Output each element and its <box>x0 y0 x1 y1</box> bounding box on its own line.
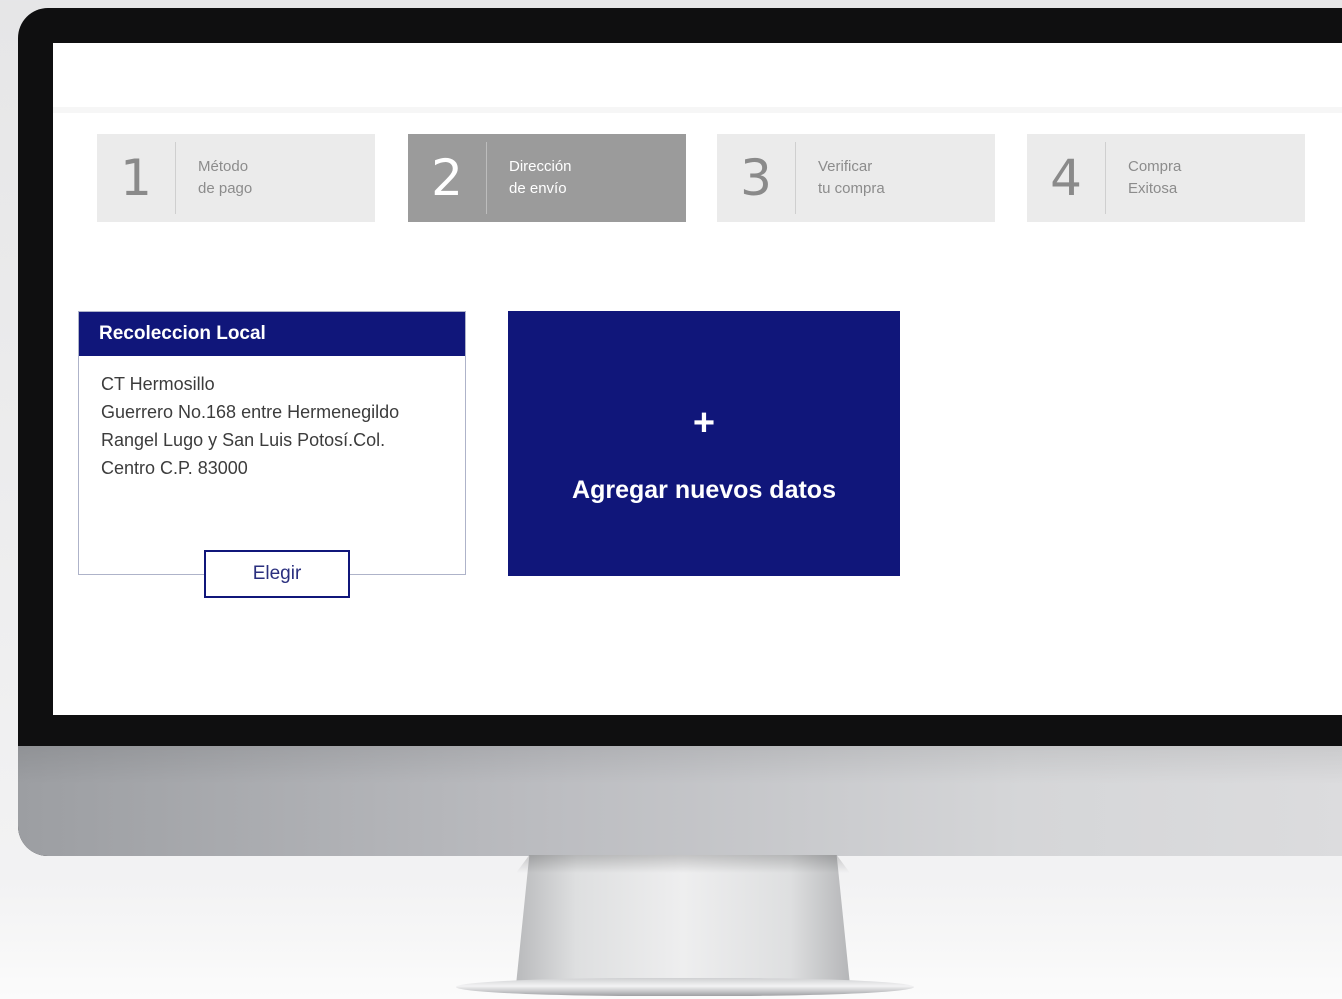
step-divider <box>175 142 176 214</box>
monitor-stand-base <box>456 978 914 996</box>
address-line: CT Hermosillo <box>101 374 215 394</box>
stand-shadow <box>516 855 850 873</box>
step-divider <box>486 142 487 214</box>
step-label: Compra Exitosa <box>1128 156 1181 200</box>
step-number: 3 <box>740 149 772 207</box>
monitor: 1 Método de pago 2 Dirección de envío 3 <box>18 8 1342 856</box>
step-label: Dirección de envío <box>509 156 572 200</box>
step-divider <box>795 142 796 214</box>
address-line: Centro C.P. 83000 <box>101 458 248 478</box>
step-label-line2: de envío <box>509 180 567 197</box>
step-label: Verificar tu compra <box>818 156 885 200</box>
step-number: 1 <box>120 149 152 207</box>
step-label-line1: Compra <box>1128 158 1182 175</box>
header-divider <box>53 107 1342 113</box>
pickup-card-title: Recoleccion Local <box>79 312 465 356</box>
chin-shadow <box>18 746 1342 784</box>
step-label-line1: Dirección <box>509 158 572 175</box>
pickup-address: CT Hermosillo Guerrero No.168 entre Herm… <box>79 356 465 482</box>
step-label-line2: Exitosa <box>1128 180 1178 197</box>
step-shipping-address[interactable]: 2 Dirección de envío <box>408 134 686 222</box>
choose-button[interactable]: Elegir <box>204 550 350 598</box>
step-label-line1: Método <box>198 158 249 175</box>
step-verify-purchase[interactable]: 3 Verificar tu compra <box>717 134 995 222</box>
step-payment-method[interactable]: 1 Método de pago <box>97 134 375 222</box>
add-new-label: Agregar nuevos datos <box>572 476 836 504</box>
step-label-line2: tu compra <box>818 180 885 197</box>
step-label: Método de pago <box>198 156 252 200</box>
plus-icon: + <box>692 402 716 444</box>
monitor-stand-neck <box>516 855 850 985</box>
step-divider <box>1105 142 1106 214</box>
address-line: Rangel Lugo y San Luis Potosí.Col. <box>101 430 386 450</box>
step-purchase-success[interactable]: 4 Compra Exitosa <box>1027 134 1305 222</box>
step-label-line2: de pago <box>198 180 253 197</box>
local-pickup-card: Recoleccion Local CT Hermosillo Guerrero… <box>78 311 466 598</box>
address-line: Guerrero No.168 entre Hermenegildo <box>101 402 400 422</box>
step-number: 2 <box>431 149 463 207</box>
screen: 1 Método de pago 2 Dirección de envío 3 <box>53 43 1342 715</box>
step-number: 4 <box>1050 149 1082 207</box>
add-new-address-button[interactable]: + Agregar nuevos datos <box>508 311 900 576</box>
step-label-line1: Verificar <box>818 158 873 175</box>
